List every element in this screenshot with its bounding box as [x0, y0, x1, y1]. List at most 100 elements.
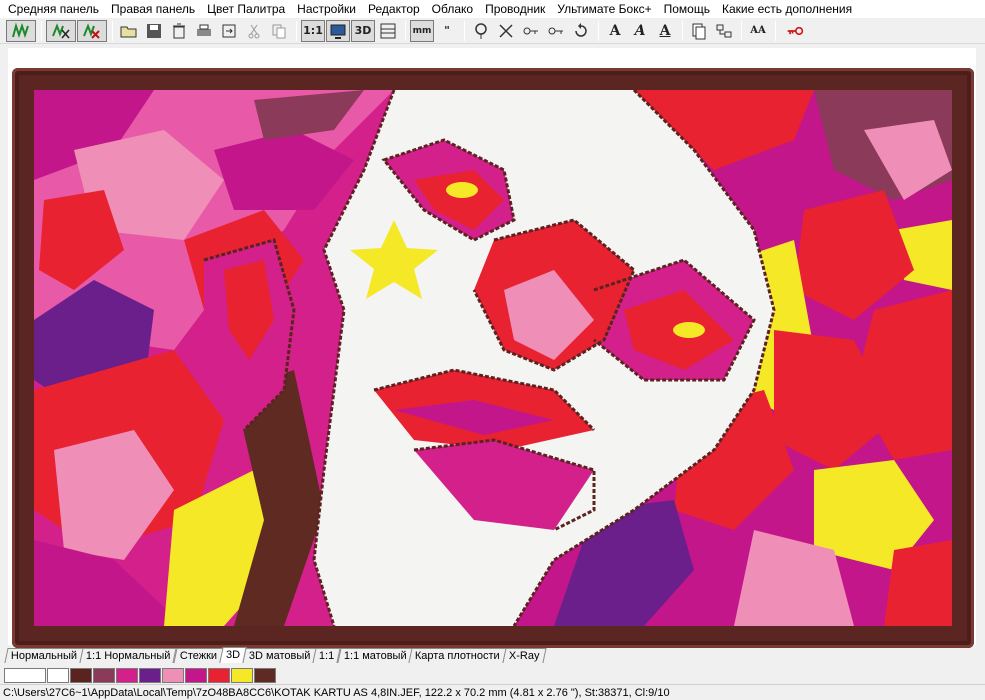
font-size-button[interactable]: AA	[746, 20, 770, 42]
open-folder-icon	[120, 26, 137, 37]
thread-color-swatch[interactable]	[231, 667, 253, 683]
toolbar: 1:1 3D mm " A A A AA	[0, 18, 985, 44]
thread-color-swatch[interactable]	[116, 667, 138, 683]
thread-tool-button[interactable]	[469, 20, 493, 42]
thread-color-swatch[interactable]	[162, 667, 184, 683]
thread-color-swatch[interactable]	[4, 667, 46, 683]
tab-1to1-matte[interactable]: 1:1 матовый	[337, 648, 413, 663]
tab-1to1-normal-label: 1:1 Нормальный	[86, 650, 171, 662]
inch-label: "	[444, 24, 450, 37]
tab-normal-label: Нормальный	[10, 650, 78, 662]
ratio-label: 1:1	[303, 24, 323, 37]
stitch-run-icon	[12, 22, 29, 38]
thread-color-swatch[interactable]	[93, 667, 115, 683]
3d-button[interactable]: 3D	[351, 19, 375, 42]
lock-key-button[interactable]	[780, 20, 810, 42]
thread-color-swatch[interactable]	[47, 667, 69, 683]
toolbar-separator	[405, 20, 406, 41]
menu-ultimate-box[interactable]: Ультимате Бокс+	[551, 0, 657, 18]
font-outline-label: A	[659, 22, 671, 39]
tab-stitches-label: Стежки	[179, 650, 217, 662]
rotate-button[interactable]	[569, 20, 593, 42]
toolbar-separator	[682, 20, 683, 41]
toolbar-separator	[112, 20, 113, 41]
tab-density-map-label: Карта плотности	[415, 650, 501, 662]
save-icon	[147, 23, 161, 38]
key-button[interactable]	[519, 20, 543, 42]
menu-help[interactable]: Помощь	[658, 0, 716, 18]
menu-cloud[interactable]: Облако	[426, 0, 479, 18]
font-outline-button[interactable]: A	[653, 20, 677, 42]
menu-settings[interactable]: Настройки	[291, 0, 362, 18]
tab-3d-label: 3D	[225, 649, 240, 661]
design-canvas[interactable]	[8, 48, 976, 648]
toolbar-separator	[41, 20, 42, 41]
tab-density-map[interactable]: Карта плотности	[408, 648, 507, 663]
3d-label: 3D	[354, 24, 372, 37]
tab-xray-label: X-Ray	[509, 650, 540, 662]
monitor-button[interactable]	[326, 19, 350, 42]
save-button[interactable]	[142, 20, 166, 42]
design-artwork	[34, 90, 952, 626]
print-button[interactable]	[192, 20, 216, 42]
documents-button[interactable]	[687, 20, 711, 42]
copy-icon	[272, 24, 286, 38]
menu-editor[interactable]: Редактор	[362, 0, 426, 18]
key-icon	[523, 27, 538, 34]
toolbar-separator	[741, 20, 742, 41]
font-a-label: A	[609, 22, 621, 39]
stitch-erase-button[interactable]	[77, 19, 107, 42]
tab-1to1-matte-label: 1:1 матовый	[343, 650, 407, 662]
layers-button[interactable]	[712, 20, 736, 42]
tab-1to1-normal[interactable]: 1:1 Нормальный	[79, 648, 178, 663]
cut-button[interactable]	[242, 20, 266, 42]
tab-3d-matte[interactable]: 3D матовый	[242, 648, 317, 663]
menu-bar: Средняя панель Правая панель Цвет Палитр…	[0, 0, 985, 18]
ratio-button[interactable]: 1:1	[301, 19, 325, 42]
key-alt-button[interactable]	[544, 20, 568, 42]
menu-color-palette[interactable]: Цвет Палитра	[201, 0, 291, 18]
font-size-label: AA	[750, 25, 766, 36]
font-edit-button[interactable]: A	[628, 20, 652, 42]
delete-button[interactable]	[167, 20, 191, 42]
tab-xray[interactable]: X-Ray	[502, 648, 547, 663]
trash-icon	[173, 23, 185, 38]
thread-color-swatch[interactable]	[208, 667, 230, 683]
font-edit-label: A	[634, 22, 646, 39]
grid-button[interactable]	[376, 20, 400, 42]
menu-addons[interactable]: Какие есть дополнения	[716, 0, 858, 18]
grid-icon	[380, 23, 396, 38]
menu-explorer[interactable]: Проводник	[479, 0, 551, 18]
rotate-icon	[575, 22, 587, 37]
toolbar-separator	[296, 20, 297, 41]
tab-stitches[interactable]: Стежки	[173, 648, 224, 663]
thread-color-swatch[interactable]	[70, 667, 92, 683]
menu-right-panel[interactable]: Правая панель	[105, 0, 201, 18]
stitch-cut-button[interactable]	[46, 19, 76, 42]
monitor-icon	[330, 24, 346, 39]
app-window: Средняя панель Правая панель Цвет Палитр…	[0, 0, 985, 700]
thread-color-swatch[interactable]	[185, 667, 207, 683]
toolbar-separator	[464, 20, 465, 41]
tab-normal[interactable]: Нормальный	[4, 648, 84, 663]
thread-palette	[4, 666, 277, 684]
menu-middle-panel[interactable]: Средняя панель	[2, 0, 105, 18]
thread-tool-icon	[475, 22, 487, 39]
open-button[interactable]	[117, 20, 141, 42]
mm-label: mm	[412, 25, 432, 36]
copy-button[interactable]	[267, 20, 291, 42]
export-button[interactable]	[217, 20, 241, 42]
trim-tool-icon	[499, 23, 513, 38]
mm-button[interactable]: mm	[410, 19, 434, 42]
thread-color-swatch[interactable]	[254, 667, 276, 683]
view-mode-tabs: Нормальный 1:1 Нормальный Стежки 3D 3D м…	[4, 647, 547, 663]
trim-tool-button[interactable]	[494, 20, 518, 42]
inch-button[interactable]: "	[435, 20, 459, 42]
documents-icon	[692, 23, 706, 39]
layers-icon	[716, 24, 732, 37]
font-button[interactable]: A	[603, 20, 627, 42]
status-bar: C:\Users\27C6~1\AppData\Local\Temp\7zO48…	[0, 684, 985, 700]
tab-3d-matte-label: 3D матовый	[248, 650, 311, 662]
thread-color-swatch[interactable]	[139, 667, 161, 683]
stitch-run-button[interactable]	[6, 19, 36, 42]
